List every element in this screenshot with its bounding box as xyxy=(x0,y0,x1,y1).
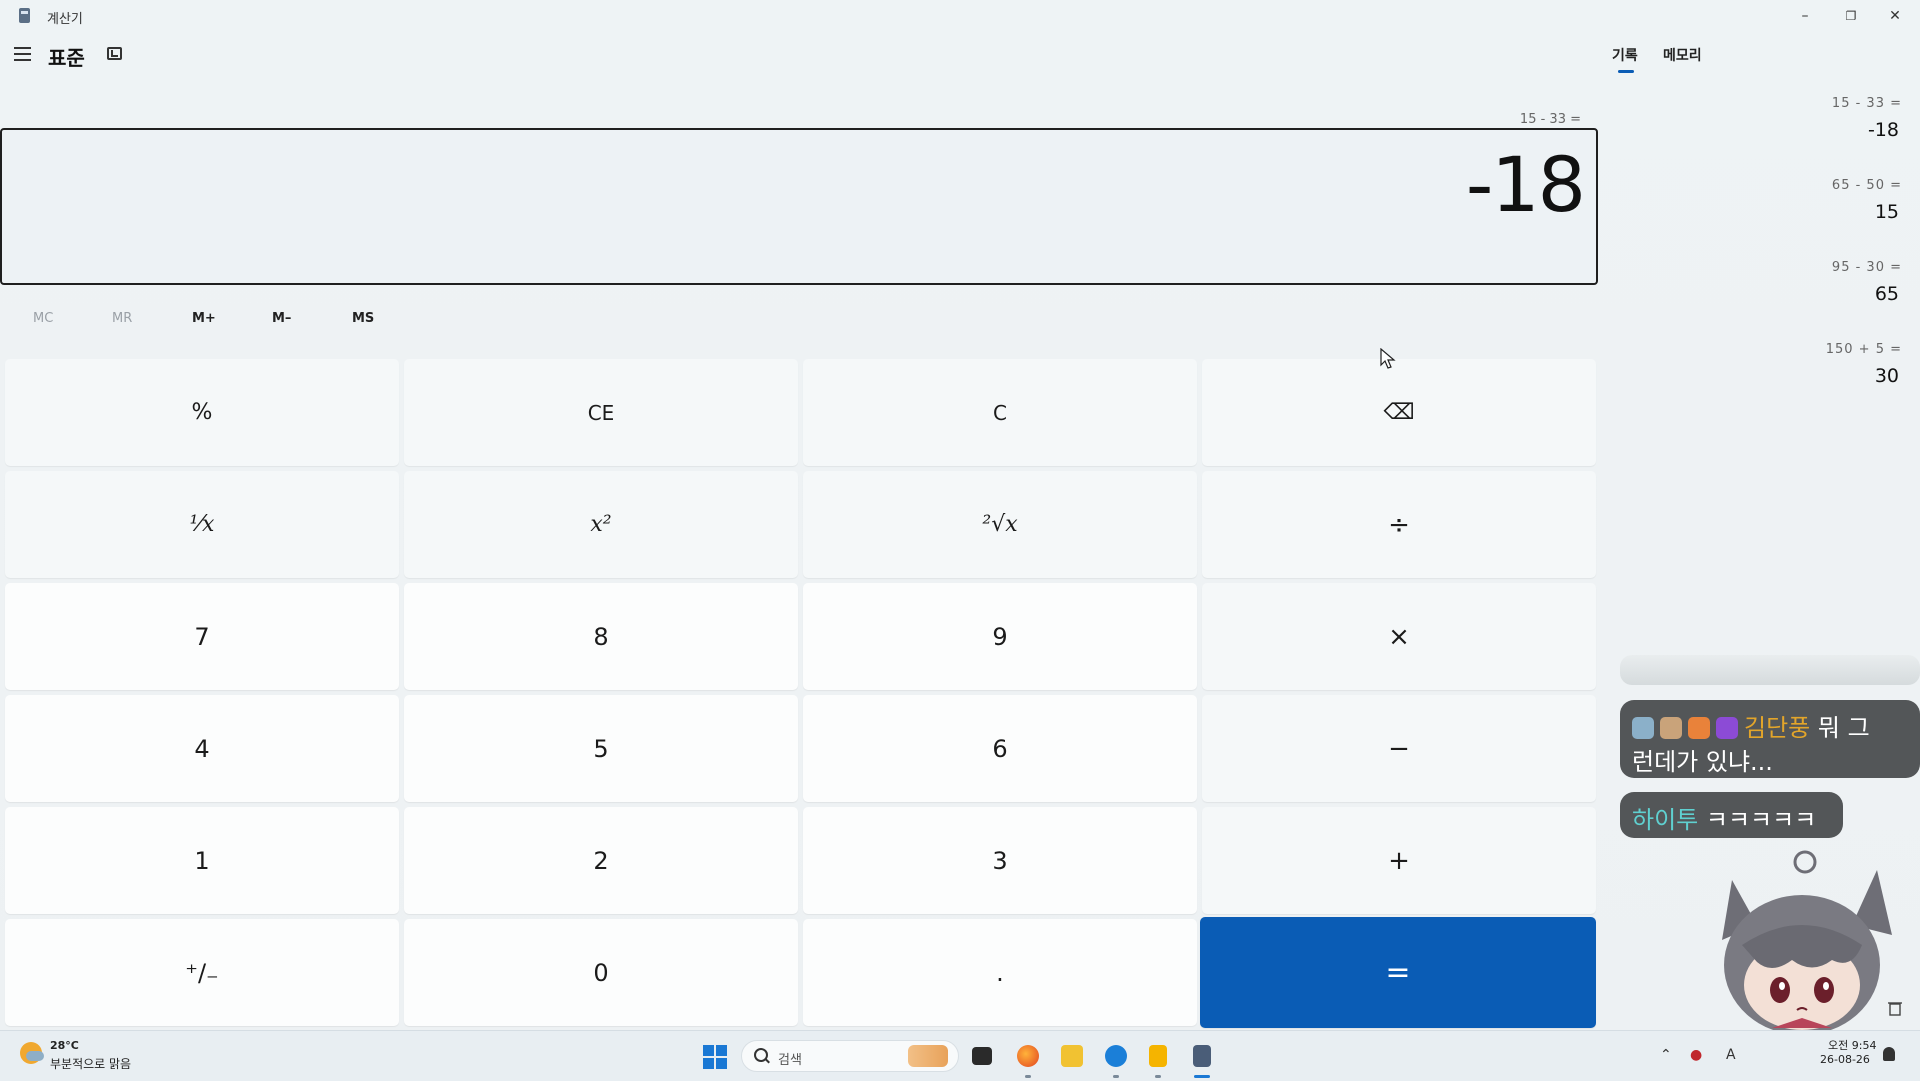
result-value: -18 xyxy=(1465,140,1586,229)
memory-clear-button[interactable]: MC xyxy=(33,311,53,326)
weather-description[interactable]: 부분적으로 맑음 xyxy=(50,1055,131,1072)
minimize-button[interactable]: – xyxy=(1790,4,1820,28)
calculator-taskbar-icon[interactable] xyxy=(1193,1045,1211,1067)
mouse-cursor-icon xyxy=(1380,348,1396,369)
active-indicator xyxy=(1194,1075,1210,1078)
taskbar-search-box[interactable]: 검색 xyxy=(741,1040,959,1072)
digit-1-button[interactable]: 1 xyxy=(5,807,399,914)
add-button[interactable]: + xyxy=(1202,807,1596,914)
task-view-icon[interactable] xyxy=(972,1047,992,1065)
backspace-button[interactable]: ⌫ xyxy=(1202,359,1596,466)
equals-button[interactable]: = xyxy=(1200,917,1596,1028)
keep-on-top-icon[interactable] xyxy=(107,47,122,60)
divide-button[interactable]: ÷ xyxy=(1202,471,1596,578)
memory-store-button[interactable]: MS xyxy=(352,311,374,326)
digit-2-button[interactable]: 2 xyxy=(404,807,798,914)
restore-button[interactable]: ❐ xyxy=(1836,4,1866,28)
memory-recall-button[interactable]: MR xyxy=(112,311,132,326)
history-result[interactable]: -18 xyxy=(1868,119,1899,141)
negate-button[interactable]: ⁺∕₋ xyxy=(5,919,399,1026)
history-result[interactable]: 65 xyxy=(1875,283,1899,305)
badge-icon xyxy=(1660,717,1682,739)
taskbar: 28°C 부분적으로 맑음 검색 ⌃ ● A 오전 9:54 26-08-26 xyxy=(0,1030,1920,1081)
chat-username: 김단풍 xyxy=(1744,714,1811,742)
badge-icon xyxy=(1716,717,1738,739)
calculator-mode-title: 표준 xyxy=(48,46,85,70)
firefox-icon[interactable] xyxy=(1017,1045,1039,1067)
start-button-icon[interactable] xyxy=(703,1045,727,1069)
digit-9-button[interactable]: 9 xyxy=(803,583,1197,690)
calculator-app-icon xyxy=(19,8,30,23)
tab-memory[interactable]: 메모리 xyxy=(1663,45,1702,65)
chat-text: ㅋㅋㅋㅋㅋ xyxy=(1698,806,1817,834)
running-indicator xyxy=(1113,1075,1119,1078)
active-tab-indicator xyxy=(1618,70,1634,73)
security-icon[interactable]: ● xyxy=(1690,1047,1702,1063)
browser-icon[interactable] xyxy=(1105,1045,1127,1067)
history-result[interactable]: 15 xyxy=(1875,201,1899,223)
title-bar: 계산기 – ❐ ✕ xyxy=(0,0,1920,32)
backspace-icon: ⌫ xyxy=(1383,400,1415,425)
digit-4-button[interactable]: 4 xyxy=(5,695,399,802)
digit-8-button[interactable]: 8 xyxy=(404,583,798,690)
subtract-button[interactable]: − xyxy=(1202,695,1596,802)
digit-0-button[interactable]: 0 xyxy=(404,919,798,1026)
multiply-button[interactable]: × xyxy=(1202,583,1596,690)
result-display: -18 xyxy=(0,128,1598,285)
calculator-window: 계산기 – ❐ ✕ 표준 15 - 33 = -18 MC MR M+ M– M… xyxy=(0,0,1920,1030)
weather-icon[interactable] xyxy=(20,1042,44,1064)
clear-entry-button[interactable]: CE xyxy=(404,359,798,466)
tab-history[interactable]: 기록 xyxy=(1612,45,1638,65)
history-expression[interactable]: 150 + 5 = xyxy=(1826,342,1902,357)
keypad: % CE C ⌫ ¹⁄x x² ²√x ÷ 7 8 9 × 4 5 6 − 1 … xyxy=(5,359,1598,1028)
search-icon xyxy=(754,1048,768,1062)
file-explorer-icon[interactable] xyxy=(1061,1045,1083,1067)
chat-username: 하이투 xyxy=(1632,806,1699,834)
running-indicator xyxy=(1155,1075,1161,1078)
badge-icon xyxy=(1632,717,1654,739)
digit-6-button[interactable]: 6 xyxy=(803,695,1197,802)
weather-temperature[interactable]: 28°C xyxy=(50,1039,79,1052)
chevron-up-icon[interactable]: ⌃ xyxy=(1660,1047,1672,1063)
chat-message: 김단풍 뭐 그 런데가 있냐... xyxy=(1620,700,1920,778)
badge-icon xyxy=(1688,717,1710,739)
history-expression[interactable]: 15 - 33 = xyxy=(1832,96,1902,111)
history-expression[interactable]: 95 - 30 = xyxy=(1832,260,1902,275)
navigation-menu-button[interactable] xyxy=(14,47,31,61)
percent-button[interactable]: % xyxy=(5,359,399,466)
chat-message: 하이투 ㅋㅋㅋㅋㅋ xyxy=(1620,792,1843,838)
square-root-button[interactable]: ²√x xyxy=(803,471,1197,578)
window-title: 계산기 xyxy=(47,12,83,27)
chat-overlay-strip xyxy=(1620,655,1920,685)
running-indicator xyxy=(1025,1075,1031,1078)
search-placeholder: 검색 xyxy=(778,1053,802,1068)
search-highlight-image xyxy=(908,1045,948,1067)
streamer-avatar xyxy=(1722,850,1892,1030)
memory-subtract-button[interactable]: M– xyxy=(272,311,291,326)
memory-add-button[interactable]: M+ xyxy=(192,311,216,326)
clear-button[interactable]: C xyxy=(803,359,1197,466)
square-button[interactable]: x² xyxy=(404,471,798,578)
digit-5-button[interactable]: 5 xyxy=(404,695,798,802)
clock-time[interactable]: 오전 9:54 xyxy=(1828,1037,1876,1053)
close-button[interactable]: ✕ xyxy=(1880,4,1910,28)
chat-text: 뭐 그 xyxy=(1810,714,1870,742)
trash-icon xyxy=(1888,1002,1902,1016)
history-result[interactable]: 30 xyxy=(1875,365,1899,387)
input-method-icon[interactable]: A xyxy=(1726,1047,1736,1063)
notification-bell-icon[interactable] xyxy=(1883,1047,1895,1061)
reciprocal-button[interactable]: ¹⁄x xyxy=(5,471,399,578)
expression-display: 15 - 33 = xyxy=(1519,112,1581,127)
app-icon[interactable] xyxy=(1149,1045,1167,1067)
chat-text: 런데가 있냐... xyxy=(1632,748,1773,776)
decimal-button[interactable]: . xyxy=(803,919,1197,1026)
digit-7-button[interactable]: 7 xyxy=(5,583,399,690)
history-expression[interactable]: 65 - 50 = xyxy=(1832,178,1902,193)
digit-3-button[interactable]: 3 xyxy=(803,807,1197,914)
clock-date[interactable]: 26-08-26 xyxy=(1820,1053,1870,1066)
